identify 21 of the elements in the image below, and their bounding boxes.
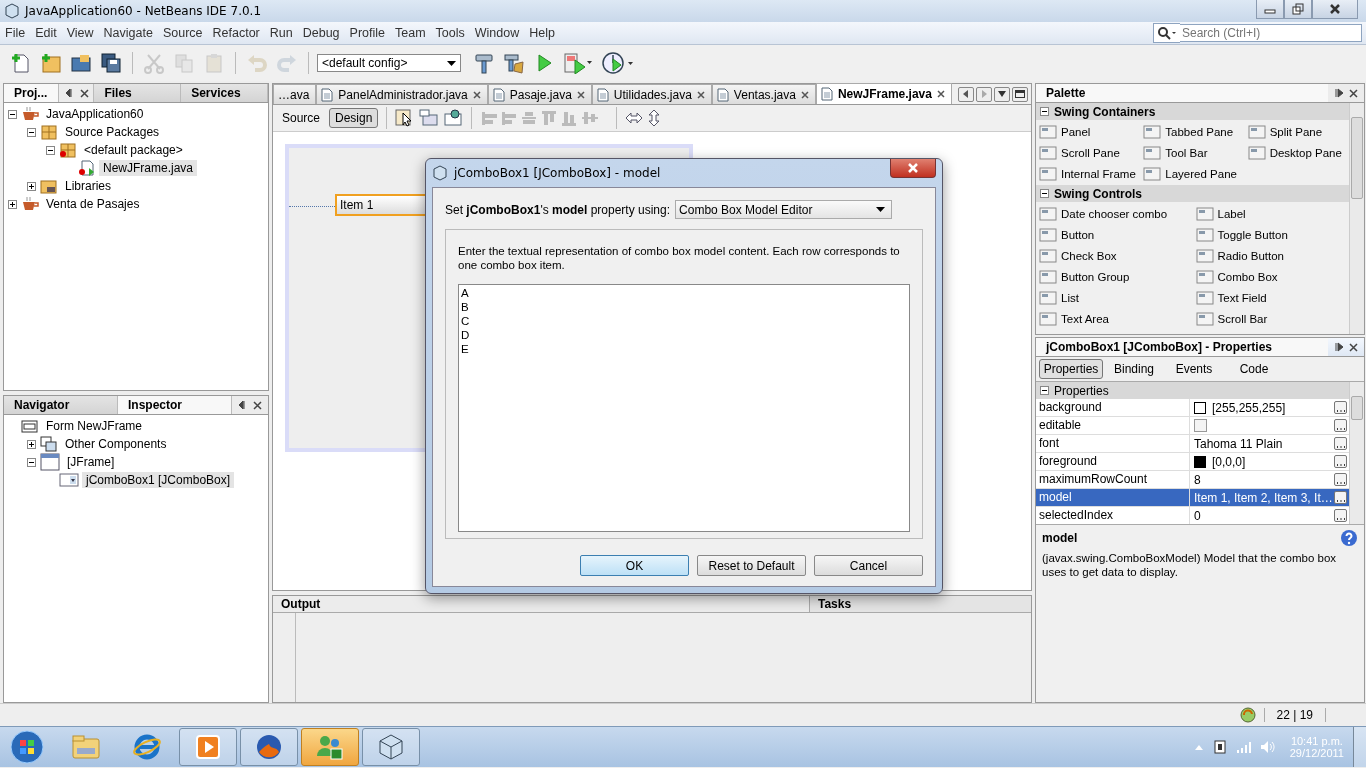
property-name: foreground — [1036, 453, 1190, 470]
property-value: [0,0,0] — [1212, 454, 1246, 469]
property-name: font — [1036, 435, 1190, 452]
property-value: 8 — [1194, 472, 1201, 487]
caret-position: 22 | 19 — [1263, 708, 1326, 722]
property-value: 0 — [1194, 508, 1201, 523]
property-name: maximumRowCount — [1036, 471, 1190, 488]
property-name: background — [1036, 399, 1190, 416]
property-value: [255,255,255] — [1212, 400, 1286, 415]
panel-title: jComboBox1 [JComboBox] - Properties — [1036, 338, 1328, 356]
help-title: model — [1042, 531, 1078, 545]
property-value: Tahoma 11 Plain — [1194, 436, 1283, 451]
window-title: JavaApplication60 - NetBeans IDE 7.0.1 — [25, 4, 262, 18]
prompt-text: Set jComboBox1's model property using: — [445, 202, 671, 217]
property-value: Item 1, Item 2, Item 3, It… — [1194, 490, 1333, 505]
property-name: model — [1036, 489, 1190, 506]
panel-title: Palette — [1036, 84, 1328, 102]
dialog-title: jComboBox1 [JComboBox] - model — [454, 166, 661, 180]
help-text: (javax.swing.ComboBoxModel) Model that the combo box uses to get data to display. — [1042, 551, 1338, 579]
property-name: editable — [1036, 417, 1190, 434]
instruction-text: Enter the textual representation of combo box model content. Each row corresponds to one combo box item. — [458, 244, 901, 272]
